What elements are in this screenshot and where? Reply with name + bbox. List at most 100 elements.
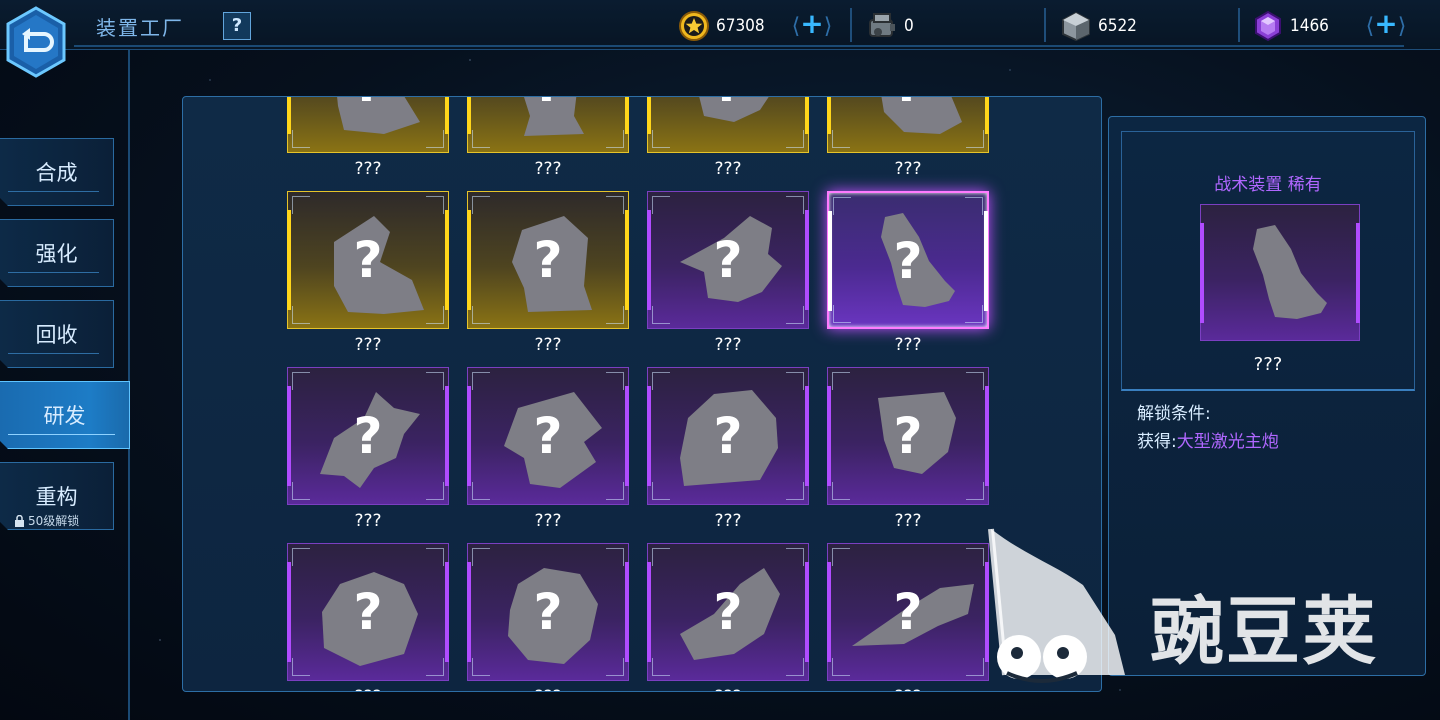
- unlock-condition: 获得:大型激光主炮: [1137, 432, 1279, 452]
- divider: [1238, 8, 1240, 42]
- coin-value: 67308: [716, 16, 765, 36]
- unknown-mark: ?: [893, 407, 923, 465]
- device-name: ???: [894, 335, 922, 355]
- unknown-mark: ?: [893, 232, 923, 290]
- device-card[interactable]: ?: [287, 543, 449, 681]
- menu-item-research[interactable]: 研发: [0, 381, 130, 449]
- device-slot[interactable]: ????: [827, 543, 989, 691]
- lock-icon: [15, 514, 24, 527]
- unknown-mark: ?: [353, 407, 383, 465]
- menu-item-synthesize[interactable]: 合成: [0, 138, 114, 206]
- device-name: ???: [827, 687, 989, 691]
- unlock-condition-title: 解锁条件:: [1137, 404, 1211, 424]
- back-arrow-icon: [6, 6, 66, 78]
- device-card[interactable]: ?: [827, 367, 989, 505]
- device-slot[interactable]: ????: [827, 191, 989, 355]
- device-name: ???: [647, 687, 809, 691]
- unknown-mark: ?: [533, 407, 563, 465]
- menu-item-enhance[interactable]: 强化: [0, 219, 114, 287]
- metal-cube-icon: [1062, 11, 1090, 42]
- device-name: ???: [354, 159, 382, 179]
- add-coins-button[interactable]: ⟨+⟩: [788, 10, 836, 40]
- menu-item-label: 重构: [35, 485, 78, 509]
- unknown-mark: ?: [713, 231, 743, 289]
- unknown-mark: ?: [893, 583, 923, 641]
- top-bar: 装置工厂 ? 67308 ⟨+⟩ 0 6522 1466 ⟨+⟩: [0, 0, 1440, 50]
- device-name: ???: [1253, 354, 1283, 375]
- device-card[interactable]: ?: [467, 191, 629, 329]
- device-slot[interactable]: ????: [647, 367, 809, 531]
- watermark-text: 豌豆荚: [1150, 589, 1378, 675]
- device-name: ???: [714, 159, 742, 179]
- unlock-requirement: 50级解锁: [14, 512, 79, 529]
- unknown-mark: ?: [713, 583, 743, 641]
- unknown-mark: ?: [648, 97, 808, 114]
- unknown-mark: ?: [713, 407, 743, 465]
- engine-part-icon: [869, 13, 895, 37]
- device-card[interactable]: ?: [827, 543, 989, 681]
- device-slot[interactable]: ????: [647, 97, 809, 179]
- required-item-name: 大型激光主炮: [1176, 432, 1279, 452]
- detail-device-preview: [1200, 204, 1360, 341]
- device-name: ???: [287, 687, 449, 691]
- device-name: ???: [467, 687, 629, 691]
- coin-resource: 67308: [678, 8, 765, 44]
- device-slot[interactable]: ????: [467, 97, 629, 179]
- unknown-mark: ?: [468, 97, 628, 114]
- device-slot[interactable]: ????: [467, 367, 629, 531]
- back-button[interactable]: [4, 6, 68, 78]
- device-card[interactable]: ?: [287, 97, 449, 153]
- gem-value: 1466: [1290, 16, 1329, 36]
- engine-resource: 0: [866, 8, 914, 44]
- device-card[interactable]: ?: [647, 367, 809, 505]
- device-slot[interactable]: ????: [287, 367, 449, 531]
- device-name: ???: [894, 511, 922, 531]
- engine-value: 0: [904, 16, 914, 36]
- selected-device-card[interactable]: ?: [827, 191, 989, 329]
- device-slot[interactable]: ????: [647, 543, 809, 691]
- device-card[interactable]: ?: [287, 367, 449, 505]
- device-card[interactable]: ?: [467, 97, 629, 153]
- device-slot[interactable]: ????: [467, 191, 629, 355]
- unknown-mark: ?: [353, 231, 383, 289]
- device-name: ???: [714, 511, 742, 531]
- unknown-mark: ?: [353, 583, 383, 641]
- divider: [1044, 8, 1046, 42]
- menu-item-label: 合成: [35, 161, 78, 185]
- header-divider: [74, 45, 1404, 47]
- purple-crystal-icon: [1255, 10, 1281, 42]
- device-slot[interactable]: ????: [827, 367, 989, 531]
- unknown-mark: ?: [533, 583, 563, 641]
- device-name: ???: [894, 159, 922, 179]
- cube-resource: 6522: [1060, 8, 1137, 44]
- device-slot[interactable]: ????: [287, 191, 449, 355]
- device-name: ???: [354, 511, 382, 531]
- device-card[interactable]: ?: [647, 97, 809, 153]
- device-card[interactable]: ?: [647, 191, 809, 329]
- unknown-mark: ?: [288, 97, 448, 114]
- menu-item-label: 研发: [43, 404, 86, 428]
- device-name: ???: [714, 335, 742, 355]
- gem-resource: 1466: [1252, 8, 1329, 44]
- divider: [850, 8, 852, 42]
- help-button[interactable]: ?: [223, 12, 251, 40]
- device-slot[interactable]: ????: [287, 97, 449, 179]
- device-slot[interactable]: ????: [647, 191, 809, 355]
- device-slot[interactable]: ????: [827, 97, 989, 179]
- device-card[interactable]: ?: [287, 191, 449, 329]
- device-slot[interactable]: ????: [467, 543, 629, 691]
- device-card[interactable]: ?: [827, 97, 989, 153]
- rarity-label: 战术装置 稀有: [1214, 175, 1322, 195]
- device-name: ???: [354, 335, 382, 355]
- add-gems-button[interactable]: ⟨+⟩: [1362, 10, 1410, 40]
- gold-coin-icon: [679, 11, 709, 41]
- device-name: ???: [534, 335, 562, 355]
- unknown-mark: ?: [828, 97, 988, 114]
- device-card[interactable]: ?: [467, 543, 629, 681]
- unknown-mark: ?: [533, 231, 563, 289]
- device-card[interactable]: ?: [467, 367, 629, 505]
- menu-item-recycle[interactable]: 回收: [0, 300, 114, 368]
- device-slot[interactable]: ????: [287, 543, 449, 691]
- device-silhouette-icon: [1253, 225, 1327, 319]
- device-card[interactable]: ?: [647, 543, 809, 681]
